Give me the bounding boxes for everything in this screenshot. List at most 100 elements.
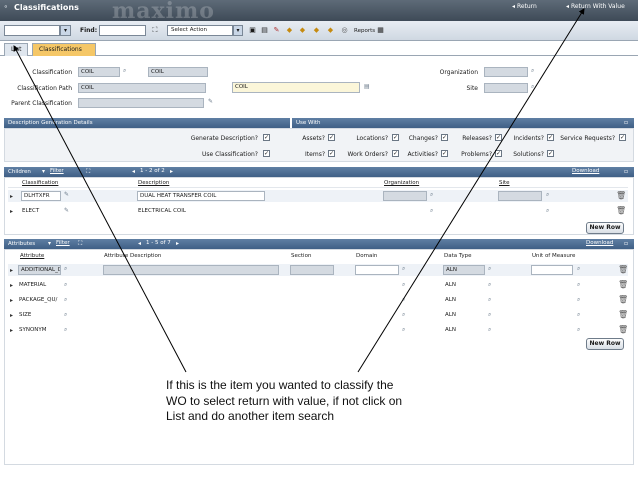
attribute-lookup-icon[interactable]: ⌕ xyxy=(64,326,67,334)
data-type-lookup-icon[interactable]: ⌕ xyxy=(488,265,491,273)
locations-checkbox[interactable]: ✓ xyxy=(392,134,399,141)
row-expand-icon[interactable]: ▸ xyxy=(10,312,13,319)
attributes-new-row-button[interactable]: New Row xyxy=(586,338,624,350)
domain-field[interactable] xyxy=(355,265,399,275)
attributes-col-domain[interactable]: Domain xyxy=(356,253,377,259)
quick-search-dropdown[interactable]: ▾ xyxy=(60,25,71,36)
organization-field[interactable] xyxy=(484,67,528,77)
attribute-field[interactable]: ADDITIONAL_DI xyxy=(18,265,61,275)
delete-row-icon[interactable]: 🗑 xyxy=(618,295,628,304)
attributes-prev-icon[interactable]: ◂ xyxy=(138,240,141,247)
use-with-collapse-icon[interactable]: ▫ xyxy=(624,119,628,126)
reports-label[interactable]: Reports xyxy=(354,28,375,34)
children-new-row-button[interactable]: New Row xyxy=(586,222,624,234)
attributes-filter-link[interactable]: Filter xyxy=(56,240,70,246)
child-description-field[interactable]: DUAL HEAT TRANSFER COIL xyxy=(137,191,265,201)
attributes-collapse-icon[interactable]: ▫ xyxy=(624,240,628,247)
tab-classifications[interactable]: Classifications xyxy=(32,43,96,56)
delete-row-icon[interactable]: 🗑 xyxy=(616,206,626,215)
site-field[interactable] xyxy=(484,83,528,93)
child-site-field[interactable] xyxy=(498,191,542,201)
attributes-col-unit-of-measure[interactable]: Unit of Measure xyxy=(532,253,575,259)
attributes-col-description[interactable]: Attribute Description xyxy=(104,253,161,259)
unit-of-measure-lookup-icon[interactable]: ⌕ xyxy=(577,281,580,289)
classification-lookup-icon[interactable]: ⌕ xyxy=(123,67,126,75)
attributes-col-section[interactable]: Section xyxy=(291,253,311,259)
attributes-col-data-type[interactable]: Data Type xyxy=(444,253,472,259)
activities-checkbox[interactable]: ✓ xyxy=(441,150,448,157)
classification-path-description[interactable]: COIL xyxy=(232,82,360,93)
unit-of-measure-lookup-icon[interactable]: ⌕ xyxy=(577,326,580,334)
parent-classification-icon[interactable]: ✎ xyxy=(208,98,213,105)
long-description-icon[interactable]: ▤ xyxy=(364,83,370,90)
next-record-icon[interactable]: ◆ xyxy=(298,25,307,35)
return-link[interactable]: ◂ Return xyxy=(512,3,537,10)
domain-lookup-icon[interactable]: ⌕ xyxy=(402,265,405,273)
clear-changes-icon[interactable]: ✎ xyxy=(272,25,281,35)
children-col-description[interactable]: Description xyxy=(138,180,169,186)
children-download-link[interactable]: Download xyxy=(572,168,599,174)
data-type-lookup-icon[interactable]: ⌕ xyxy=(488,326,491,334)
unit-of-measure-lookup-icon[interactable]: ⌕ xyxy=(577,265,580,273)
select-action-arrow[interactable]: ▾ xyxy=(233,25,243,36)
up-arrow-icon[interactable]: ◆ xyxy=(312,25,321,35)
service-requests-checkbox[interactable]: ✓ xyxy=(619,134,626,141)
row-expand-icon[interactable]: ▸ xyxy=(10,267,13,274)
row-expand-icon[interactable]: ▸ xyxy=(10,208,13,215)
domain-lookup-icon[interactable]: ⌕ xyxy=(402,281,405,289)
return-with-value-link[interactable]: ◂ Return With Value xyxy=(566,3,625,10)
attributes-filter-icon[interactable]: ▾ xyxy=(48,240,51,247)
attribute-lookup-icon[interactable]: ⌕ xyxy=(64,281,67,289)
child-organization-lookup[interactable]: ⌕ xyxy=(430,191,433,199)
delete-row-icon[interactable]: 🗑 xyxy=(618,310,628,319)
assets-checkbox[interactable]: ✓ xyxy=(328,134,335,141)
child-classification-lookup[interactable]: ✎ xyxy=(64,207,69,214)
classification-description-field[interactable]: COIL xyxy=(148,67,208,77)
problems-checkbox[interactable]: ✓ xyxy=(495,150,502,157)
children-col-organization[interactable]: Organization xyxy=(384,180,419,186)
data-type-field[interactable]: ALN xyxy=(443,265,485,275)
generate-description-checkbox[interactable]: ✓ xyxy=(263,134,270,141)
child-organization-field[interactable] xyxy=(383,191,427,201)
domain-lookup-icon[interactable]: ⌕ xyxy=(402,296,405,304)
quick-search-input[interactable] xyxy=(4,25,60,36)
children-next-icon[interactable]: ▸ xyxy=(170,168,173,175)
unit-of-measure-lookup-icon[interactable]: ⌕ xyxy=(577,311,580,319)
find-input[interactable] xyxy=(99,25,146,36)
attribute-lookup-icon[interactable]: ⌕ xyxy=(64,311,67,319)
organization-lookup-icon[interactable]: ⌕ xyxy=(531,67,534,75)
site-lookup-icon[interactable]: ⌕ xyxy=(531,83,534,91)
data-type-lookup-icon[interactable]: ⌕ xyxy=(488,281,491,289)
save-icon[interactable]: ▤ xyxy=(260,25,269,35)
delete-row-icon[interactable]: 🗑 xyxy=(618,325,628,334)
binoculars-icon[interactable]: ⛶ xyxy=(150,25,160,35)
select-action-dropdown[interactable]: Select Action xyxy=(167,25,233,36)
children-filter-icon[interactable]: ▾ xyxy=(42,168,45,175)
children-collapse-icon[interactable]: ▫ xyxy=(624,168,628,175)
row-expand-icon[interactable]: ▸ xyxy=(10,327,13,334)
child-site-lookup[interactable]: ⌕ xyxy=(546,207,549,215)
releases-checkbox[interactable]: ✓ xyxy=(495,134,502,141)
data-type-lookup-icon[interactable]: ⌕ xyxy=(488,296,491,304)
children-find-icon[interactable]: ⛶ xyxy=(86,168,90,176)
table-row[interactable] xyxy=(8,205,628,217)
changes-checkbox[interactable]: ✓ xyxy=(441,134,448,141)
delete-row-icon[interactable]: 🗑 xyxy=(618,265,628,274)
use-classification-checkbox[interactable]: ✓ xyxy=(263,150,270,157)
app-menu-icon[interactable]: ⚬ xyxy=(3,3,9,11)
classification-field[interactable]: COIL xyxy=(78,67,120,77)
delete-row-icon[interactable]: 🗑 xyxy=(616,191,626,200)
attributes-download-link[interactable]: Download xyxy=(586,240,613,246)
attribute-lookup-icon[interactable]: ⌕ xyxy=(64,265,67,273)
attributes-next-icon[interactable]: ▸ xyxy=(176,240,179,247)
row-expand-icon[interactable]: ▸ xyxy=(10,297,13,304)
domain-lookup-icon[interactable]: ⌕ xyxy=(402,326,405,334)
section-field[interactable] xyxy=(290,265,334,275)
incidents-checkbox[interactable]: ✓ xyxy=(547,134,554,141)
down-arrow-icon[interactable]: ◆ xyxy=(326,25,335,35)
domain-lookup-icon[interactable]: ⌕ xyxy=(402,311,405,319)
children-col-site[interactable]: Site xyxy=(499,180,510,186)
items-checkbox[interactable]: ✓ xyxy=(328,150,335,157)
reports-icon[interactable]: ▦ xyxy=(376,25,385,35)
attribute-lookup-icon[interactable]: ⌕ xyxy=(64,296,67,304)
